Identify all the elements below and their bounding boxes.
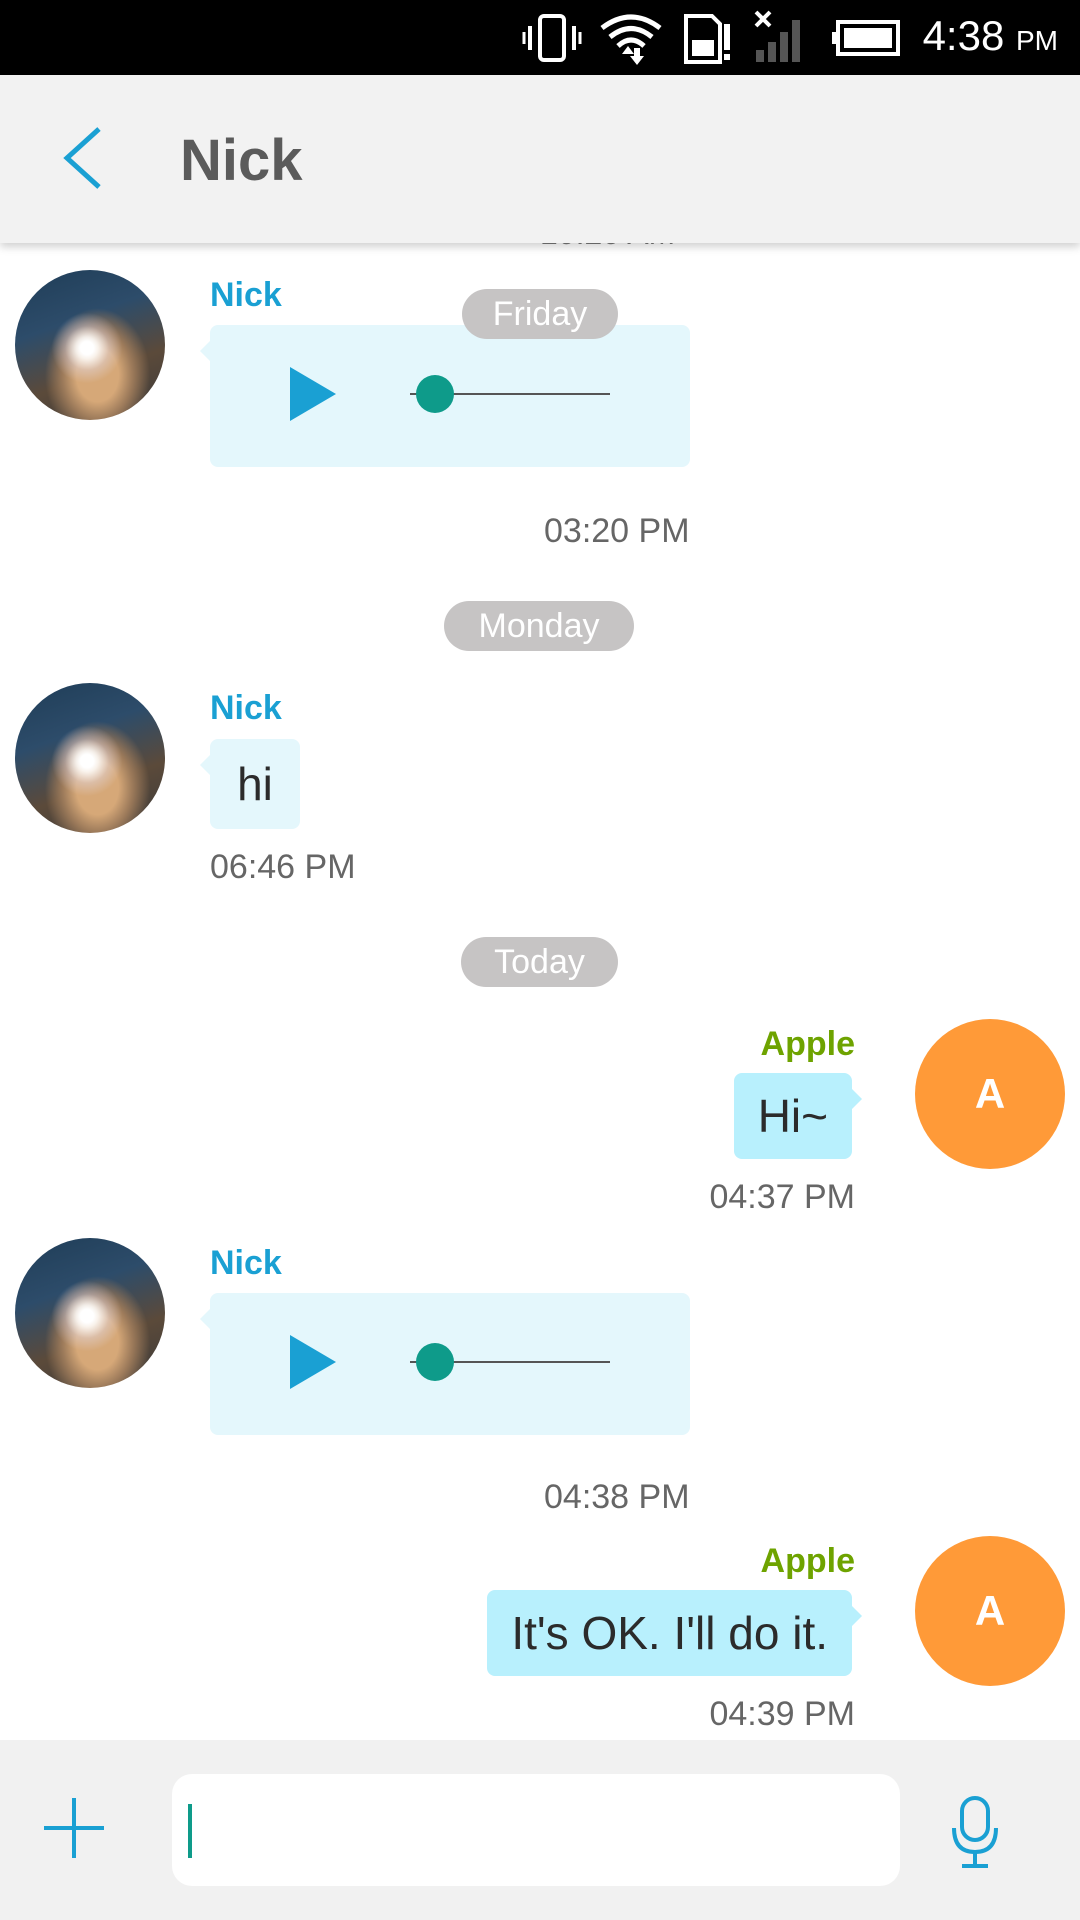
status-bar: 4:38 PM <box>0 0 1080 75</box>
text-message-bubble[interactable]: hi <box>200 739 300 829</box>
message-text: hi <box>237 758 273 810</box>
text-cursor <box>188 1804 192 1858</box>
sender-name: Nick <box>210 1244 282 1282</box>
message-input[interactable] <box>172 1774 900 1886</box>
plus-icon[interactable] <box>42 1796 106 1860</box>
status-time-value: 4:38 <box>922 12 1005 59</box>
vibrate-icon <box>522 14 582 62</box>
wifi-icon <box>600 14 662 65</box>
chat-header: Nick <box>0 75 1080 243</box>
day-divider: Today <box>461 937 618 987</box>
play-icon[interactable] <box>286 1331 340 1393</box>
message-time: 06:46 PM <box>210 848 356 886</box>
nick-avatar[interactable] <box>15 683 165 833</box>
message-list[interactable]: 10:20 AM Nick Friday 03:20 PM Monday Nic… <box>0 243 1080 1740</box>
faded-timestamp: 10:20 AM <box>540 243 675 252</box>
audio-progress-knob[interactable] <box>416 1343 454 1381</box>
avatar-letter: A <box>974 1587 1006 1634</box>
day-divider: Monday <box>444 601 634 651</box>
avatar-letter: A <box>974 1070 1006 1117</box>
message-text: It's OK. I'll do it. <box>511 1607 828 1659</box>
input-bar <box>0 1740 1080 1920</box>
sender-name: Nick <box>210 276 282 314</box>
battery-icon <box>832 20 900 56</box>
apple-avatar[interactable]: A <box>915 1536 1065 1686</box>
sender-name: Apple <box>760 1542 855 1580</box>
day-divider: Friday <box>462 289 618 339</box>
chat-title: Nick <box>180 128 303 193</box>
sender-name: Nick <box>210 689 282 727</box>
nick-avatar[interactable] <box>15 1238 165 1388</box>
microphone-icon[interactable] <box>950 1794 1000 1870</box>
sender-name: Apple <box>760 1025 855 1063</box>
message-time: 04:39 PM <box>709 1695 855 1733</box>
text-message-bubble[interactable]: It's OK. I'll do it. <box>487 1590 862 1676</box>
audio-progress-knob[interactable] <box>416 375 454 413</box>
apple-avatar[interactable]: A <box>915 1019 1065 1169</box>
text-message-bubble[interactable]: Hi~ <box>733 1073 863 1159</box>
message-time: 03:20 PM <box>544 512 690 550</box>
message-time: 04:38 PM <box>544 1478 690 1516</box>
status-time: 4:38 PM <box>923 12 1058 60</box>
message-text: Hi~ <box>757 1090 828 1142</box>
nick-avatar[interactable] <box>15 270 165 420</box>
play-icon[interactable] <box>286 363 340 425</box>
audio-message-bubble[interactable] <box>200 1293 690 1435</box>
sim-alert-icon <box>684 14 730 64</box>
audio-message-bubble[interactable] <box>200 325 690 467</box>
message-time: 04:37 PM <box>709 1178 855 1216</box>
back-button[interactable] <box>55 123 115 193</box>
no-signal-icon <box>754 10 800 62</box>
status-time-ampm: PM <box>1016 25 1058 56</box>
